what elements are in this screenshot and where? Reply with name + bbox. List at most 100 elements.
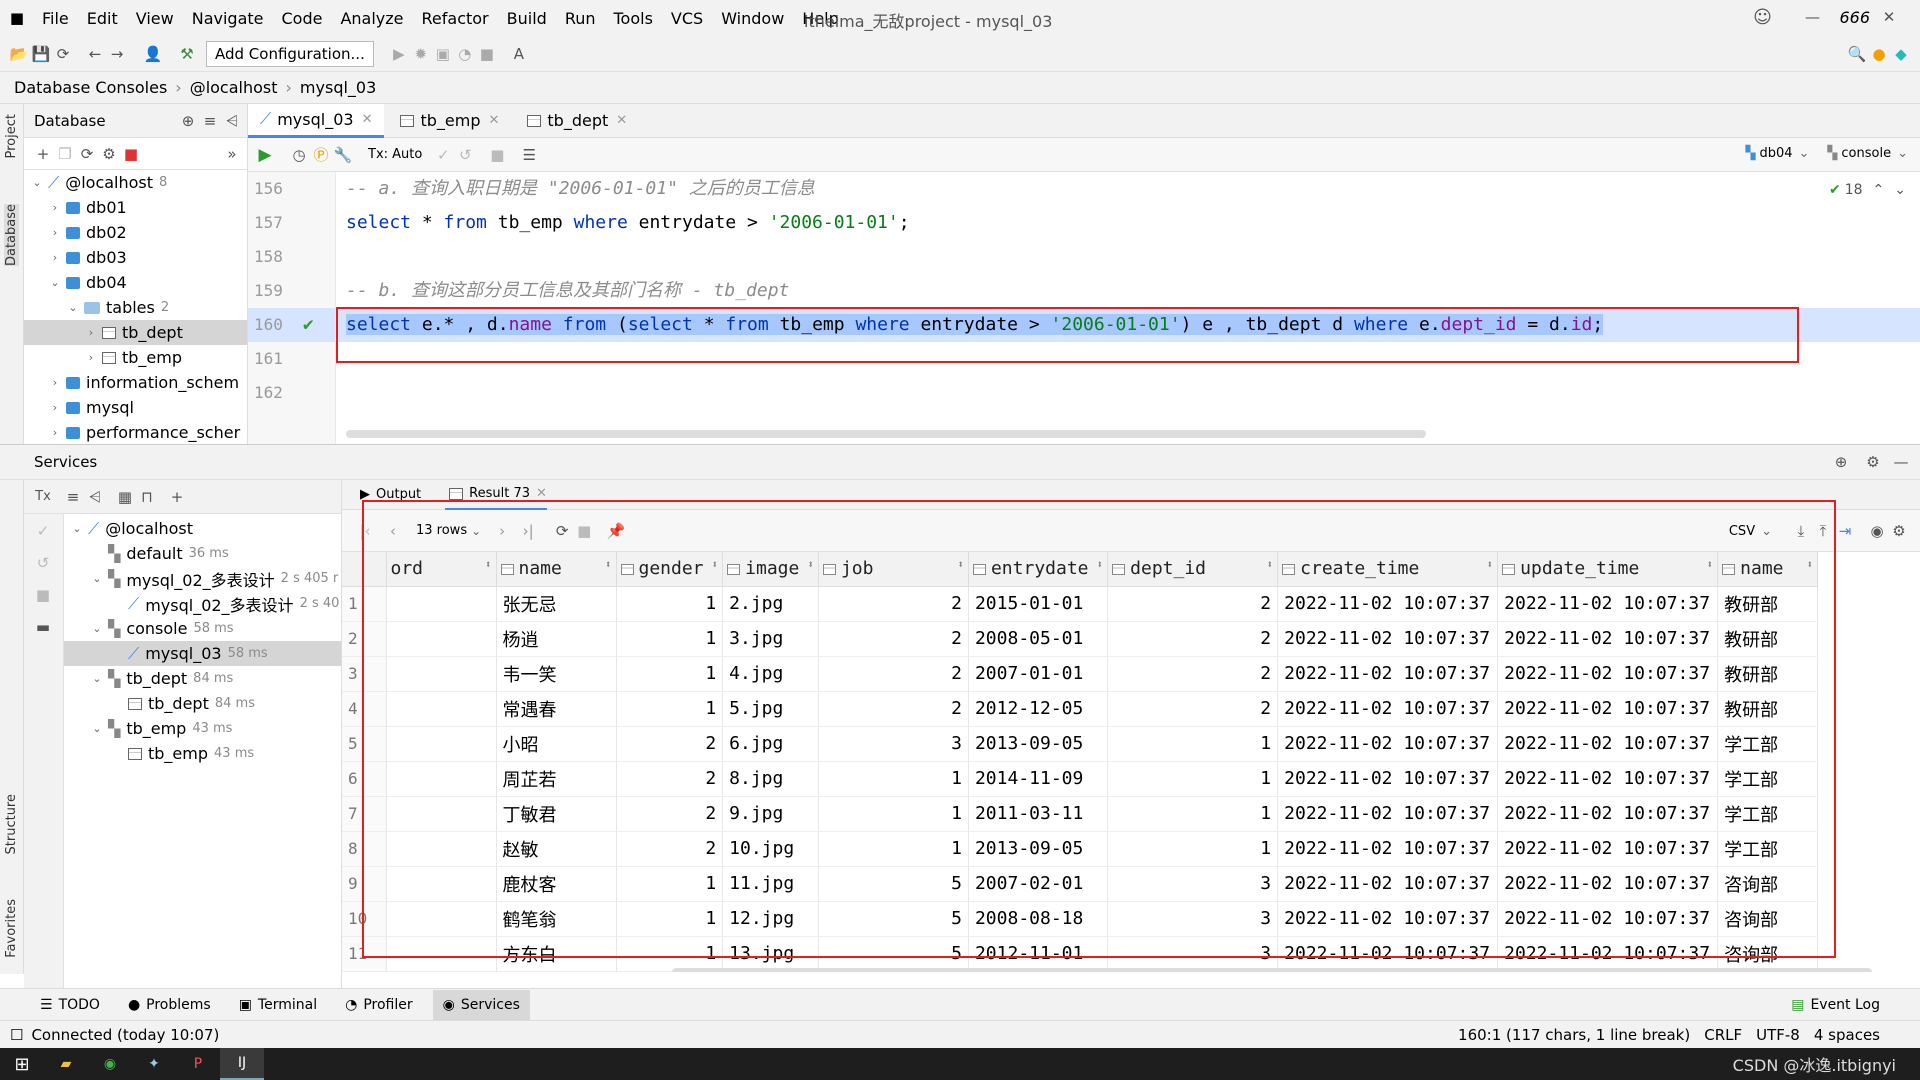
eye-icon[interactable]: ◉ xyxy=(1866,520,1888,542)
line-separator[interactable]: CRLF xyxy=(1704,1026,1742,1044)
chevron-down-icon[interactable]: ⌄ xyxy=(30,176,44,189)
breadcrumb-item[interactable]: Database Consoles xyxy=(14,78,167,97)
tree-item[interactable]: › performance_scher xyxy=(24,420,247,445)
chevron-right-icon[interactable]: › xyxy=(48,426,62,439)
tree-item[interactable]: › mysql xyxy=(24,395,247,420)
globe-icon[interactable]: ⊕ xyxy=(1830,451,1852,473)
app-icon[interactable]: ✦ xyxy=(132,1048,176,1080)
sync-icon[interactable]: ⟳ xyxy=(52,43,74,65)
coverage-icon[interactable]: ▣ xyxy=(432,43,454,65)
collapse-all-icon[interactable]: ⩤ xyxy=(221,110,243,132)
add-configuration-button[interactable]: Add Configuration... xyxy=(206,40,374,67)
tree-item[interactable]: ⌄ ⟋ @localhost 8 xyxy=(24,170,247,195)
menu-item-edit[interactable]: Edit xyxy=(87,9,118,28)
menu-item-view[interactable]: View xyxy=(136,9,174,28)
service-tree-item[interactable]: ⌄ ▚ mysql_02_多表设计 2 s 405 r xyxy=(64,566,341,591)
tree-item[interactable]: › db02 xyxy=(24,220,247,245)
transpose-icon[interactable]: ⇥ xyxy=(1834,520,1856,542)
tx-mode-select[interactable]: Tx: Auto xyxy=(368,147,422,162)
service-tree-item[interactable]: ⟋ mysql_03 58 ms xyxy=(64,641,341,666)
chevron-down-icon[interactable]: ⌄ xyxy=(90,672,104,685)
profile-icon[interactable]: ◔ xyxy=(454,43,476,65)
tx-icon[interactable]: Tx xyxy=(32,486,54,508)
file-encoding[interactable]: UTF-8 xyxy=(1756,1026,1800,1044)
cancel-icon[interactable]: ■ xyxy=(486,144,508,166)
more-icon[interactable]: » xyxy=(221,143,243,165)
tree-item[interactable]: › information_schem xyxy=(24,370,247,395)
menu-item-build[interactable]: Build xyxy=(507,9,547,28)
rollback-icon[interactable]: ↺ xyxy=(454,144,476,166)
emoji-icon[interactable]: ☺ xyxy=(1751,6,1773,28)
expand-all-icon[interactable]: ≡ xyxy=(199,110,221,132)
breadcrumb-item[interactable]: @localhost xyxy=(190,78,278,97)
parameters-icon[interactable]: Ⓟ xyxy=(310,144,332,166)
menu-item-tools[interactable]: Tools xyxy=(614,9,653,28)
output-format-icon[interactable]: ☰ xyxy=(518,144,540,166)
gear-icon[interactable]: ⚙ xyxy=(1888,520,1910,542)
chevron-down-icon[interactable]: ⌄ xyxy=(90,722,104,735)
chevron-right-icon[interactable]: › xyxy=(48,401,62,414)
check-icon[interactable]: ✓ xyxy=(32,520,54,542)
menu-item-window[interactable]: Window xyxy=(721,9,784,28)
copy-icon[interactable]: ❐ xyxy=(54,143,76,165)
user-icon[interactable]: 👤 xyxy=(142,43,164,65)
tool-tab-todo[interactable]: ☰ TODO xyxy=(40,997,100,1013)
add-service-icon[interactable]: + xyxy=(166,486,188,508)
menu-item-refactor[interactable]: Refactor xyxy=(422,9,489,28)
stop-icon[interactable]: ■ xyxy=(476,43,498,65)
tree-item[interactable]: › db03 xyxy=(24,245,247,270)
chevron-down-icon[interactable]: ⌄ xyxy=(90,622,104,635)
minimize-panel-icon[interactable]: — xyxy=(1890,451,1912,473)
service-tree-item[interactable]: ⌄ ▚ tb_dept 84 ms xyxy=(64,666,341,691)
gear-icon[interactable]: ⚙ xyxy=(1862,451,1884,473)
menu-item-code[interactable]: Code xyxy=(282,9,323,28)
debug-icon[interactable]: ✹ xyxy=(410,43,432,65)
file-explorer-icon[interactable]: ▰ xyxy=(44,1048,88,1080)
close-icon[interactable]: ✕ xyxy=(536,486,547,501)
chevron-down-icon[interactable]: ⌄ xyxy=(1799,146,1810,161)
intellij-taskbar-icon[interactable]: IJ xyxy=(220,1048,264,1080)
chevron-down-icon[interactable]: ⌄ xyxy=(90,572,104,585)
execute-icon[interactable]: ▶ xyxy=(254,144,276,166)
collapse-all-icon[interactable]: ⩤ xyxy=(84,486,106,508)
chrome-icon[interactable]: ◉ xyxy=(88,1048,132,1080)
update-icon[interactable]: ● xyxy=(1868,43,1890,65)
commit-icon[interactable]: ✓ xyxy=(432,144,454,166)
group-icon[interactable]: ▦ xyxy=(114,486,136,508)
tree-item[interactable]: ⌄ db04 xyxy=(24,270,247,295)
menu-item-file[interactable]: File xyxy=(42,9,69,28)
build-icon[interactable]: ⚒ xyxy=(176,43,198,65)
chevron-right-icon[interactable]: › xyxy=(48,376,62,389)
powerpoint-icon[interactable]: P xyxy=(176,1048,220,1080)
stop-icon[interactable]: ■ xyxy=(120,143,142,165)
indent-setting[interactable]: 4 spaces xyxy=(1814,1026,1880,1044)
service-tree-item[interactable]: ⟋ mysql_02_多表设计 2 s 40 xyxy=(64,591,341,616)
favorites-tool-tab[interactable]: Favorites xyxy=(4,899,19,958)
refresh-icon[interactable]: ⟳ xyxy=(76,143,98,165)
save-icon[interactable]: 💾 xyxy=(30,43,52,65)
tool-tab-profiler[interactable]: ◔ Profiler xyxy=(345,997,413,1013)
horizontal-scrollbar[interactable] xyxy=(672,968,1872,972)
breadcrumb-item[interactable]: mysql_03 xyxy=(300,78,376,97)
tree-item[interactable]: › db01 xyxy=(24,195,247,220)
event-log-button[interactable]: ▤ Event Log xyxy=(1791,997,1880,1013)
tab-tb-emp[interactable]: tb_emp ✕ xyxy=(384,104,511,138)
tree-item[interactable]: ⌄ tables 2 xyxy=(24,295,247,320)
locate-icon[interactable]: ⊕ xyxy=(177,110,199,132)
tool-tab-services[interactable]: ◉ Services xyxy=(432,989,530,1020)
chevron-up-icon[interactable]: ⌃ xyxy=(1873,182,1885,198)
close-icon[interactable]: ✕ xyxy=(616,113,627,128)
service-tree-item[interactable]: tb_emp 43 ms xyxy=(64,741,341,766)
tool-tab-terminal[interactable]: ▣ Terminal xyxy=(239,997,317,1013)
database-tool-tab[interactable]: Database xyxy=(4,204,19,267)
back-icon[interactable]: ← xyxy=(84,43,106,65)
chevron-down-icon[interactable]: ⌄ xyxy=(1894,182,1906,198)
chevron-right-icon[interactable]: › xyxy=(48,226,62,239)
forward-icon[interactable]: → xyxy=(106,43,128,65)
tool-tab-problems[interactable]: ● Problems xyxy=(128,997,211,1013)
horizontal-scrollbar[interactable] xyxy=(346,430,1426,438)
windows-start-icon[interactable]: ⊞ xyxy=(0,1048,44,1080)
menu-item-analyze[interactable]: Analyze xyxy=(340,9,403,28)
tab-mysql-03[interactable]: ⟋ mysql_03 ✕ xyxy=(248,103,385,138)
settings-wrench-icon[interactable]: 🔧 xyxy=(332,144,354,166)
